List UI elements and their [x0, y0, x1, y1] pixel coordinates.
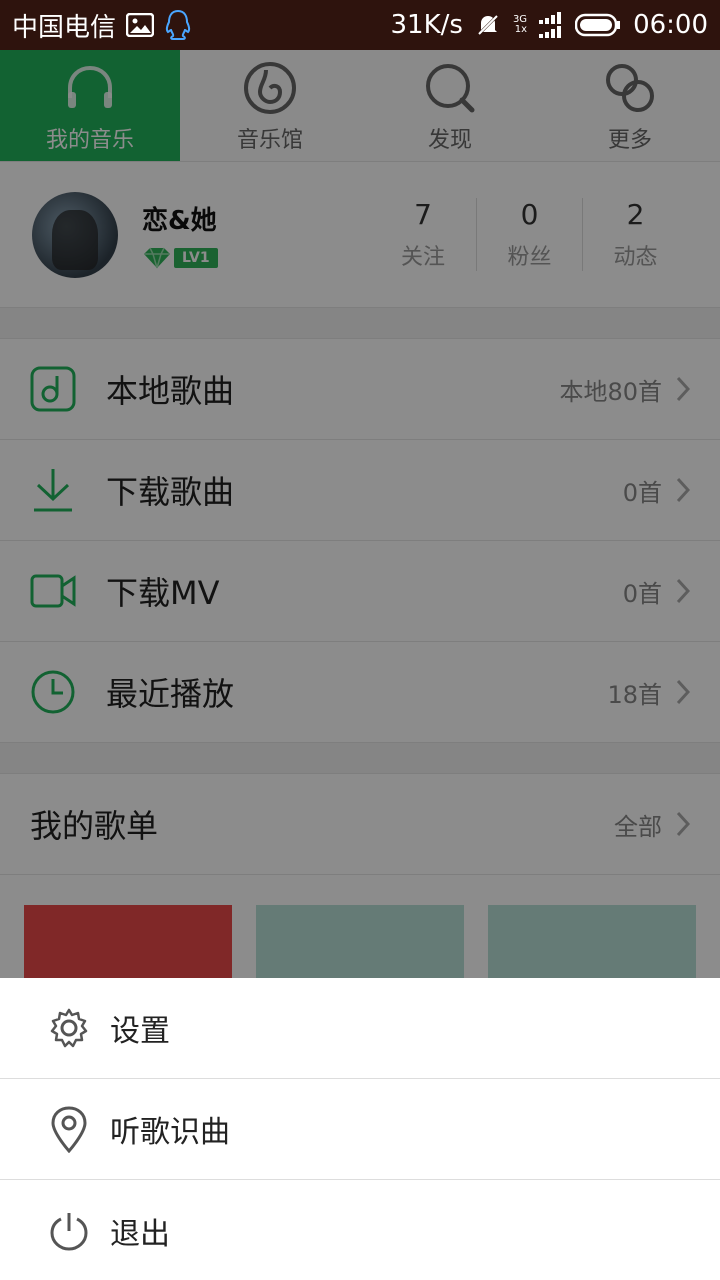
mute-bell-icon	[475, 12, 501, 38]
menu-logout[interactable]: 退出	[0, 1180, 720, 1280]
qq-penguin-icon	[164, 9, 192, 41]
menu-song-recognition[interactable]: 听歌识曲	[0, 1079, 720, 1180]
menu-settings[interactable]: 设置	[0, 978, 720, 1079]
signal-bars-icon	[539, 10, 563, 40]
dim-overlay[interactable]	[0, 50, 720, 978]
status-bar: 中国电信 31K/s 3G 1x 06:00	[0, 0, 720, 50]
clock-time: 06:00	[633, 10, 708, 40]
signal-indicator: 3G 1x	[512, 14, 528, 35]
power-icon	[48, 1210, 90, 1252]
location-pin-icon	[48, 1106, 90, 1153]
battery-icon	[575, 13, 621, 37]
carrier-name: 中国电信	[12, 12, 117, 43]
gear-icon	[48, 1007, 90, 1049]
bottom-sheet-menu: 设置 听歌识曲 退出	[0, 978, 720, 1280]
network-speed: 31K/s	[390, 10, 463, 40]
image-icon	[126, 13, 155, 37]
